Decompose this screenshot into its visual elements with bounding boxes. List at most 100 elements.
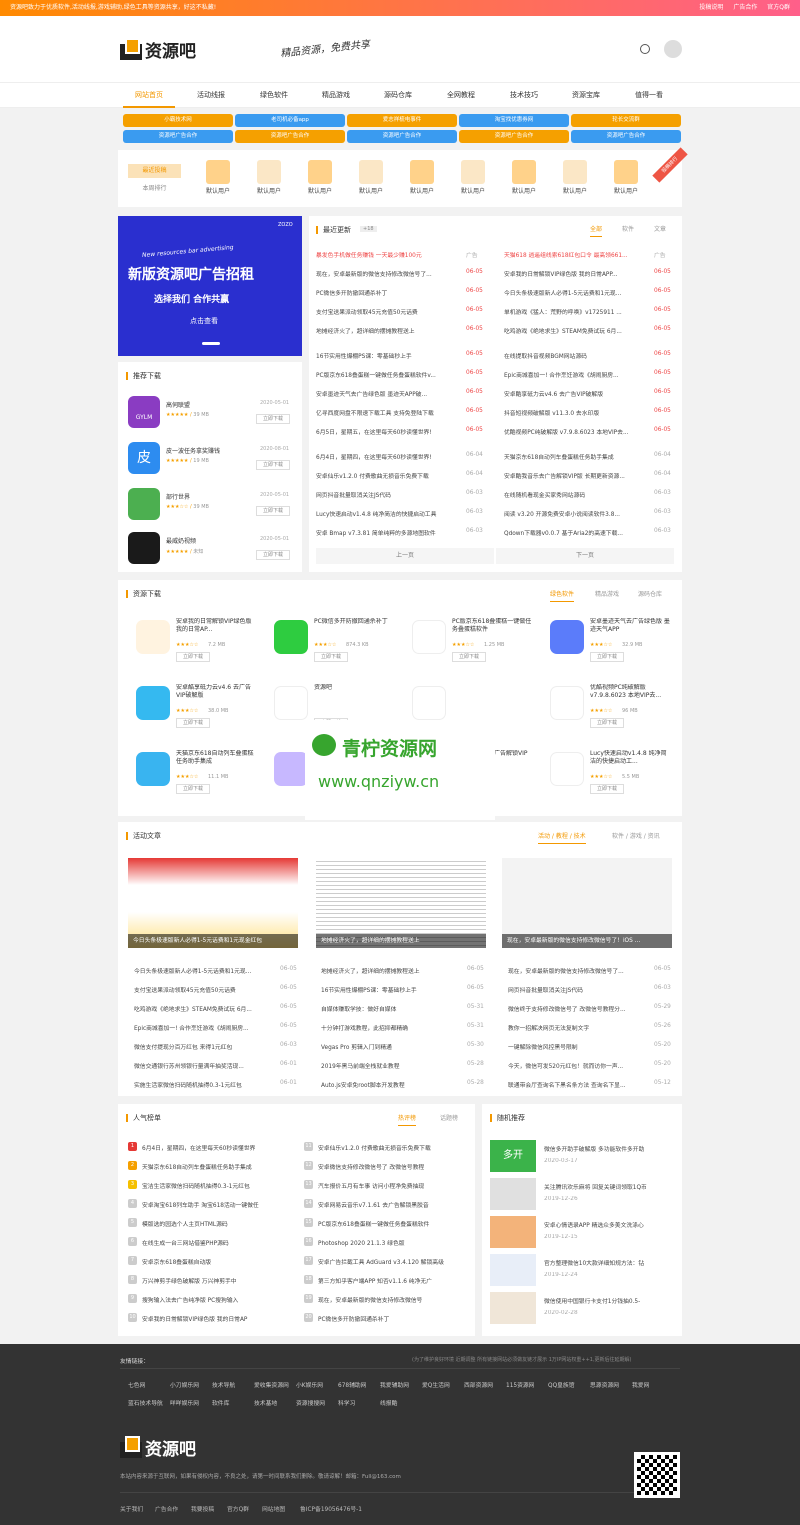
list-item[interactable]: 支付宝送果派动领取45元充值50元话费: [316, 307, 456, 316]
user-card[interactable]: 默认用户: [606, 160, 646, 195]
list-item[interactable]: 现在，安卓最新版的微信支持修改微信号: [318, 1295, 468, 1304]
list-item[interactable]: PC版京东618叠蛋糕一键做任务叠蛋糕软件: [318, 1219, 468, 1228]
thumbnail[interactable]: 多开: [490, 1140, 536, 1172]
banner-button[interactable]: 点击查看: [190, 316, 218, 326]
list-item[interactable]: 天猫618 逍遥组线索618红包口令 最高领661...: [504, 250, 644, 259]
list-item[interactable]: 联通带会厅查询名下黑名条方法 查询名下显...: [508, 1080, 638, 1089]
tab-green-software[interactable]: 绿色软件: [550, 589, 575, 602]
list-item[interactable]: Qdown下载器v0.0.7 基于Aria2的高速下载...: [504, 528, 644, 537]
tab-weekly-rank[interactable]: 本周排行: [128, 182, 181, 196]
footer-submit[interactable]: 我要投稿: [191, 1504, 214, 1513]
download-button[interactable]: 立即下载: [176, 718, 210, 728]
list-item[interactable]: 一键解除微信风控黑号限制: [508, 1042, 638, 1051]
list-item[interactable]: 在线随机看现金买家秀网站源码: [504, 490, 644, 499]
friend-link[interactable]: 小K娱乐网: [296, 1380, 323, 1389]
tab-software[interactable]: 软件: [622, 224, 634, 233]
list-item[interactable]: 地摊经济火了，超详细的摆摊教程送上: [321, 966, 451, 975]
user-card[interactable]: 默认用户: [555, 160, 595, 195]
list-item[interactable]: 微信终于支持修改微信号了 改微信号教程分...: [508, 1004, 638, 1013]
nav-item-activity[interactable]: 活动线报: [197, 83, 225, 108]
download-button[interactable]: 立即下载: [590, 652, 624, 662]
ad-banner[interactable]: ZOZO New resources bar advertising 新版资源吧…: [118, 216, 302, 356]
list-item[interactable]: 模版选的园选个人主页HTML源码: [142, 1219, 292, 1228]
list-item[interactable]: 搜狗输入法去广告纯净版 PC搜狗输入: [142, 1295, 292, 1304]
list-item[interactable]: 安卓淘宝618列车助手 淘宝618活动一键做任: [142, 1200, 292, 1209]
list-item[interactable]: 6月5日，星期五，在这里每天60秒读懂世界!: [316, 427, 456, 436]
top-link-ad[interactable]: 广告合作: [733, 4, 757, 11]
list-item[interactable]: Epic商城喜加一! 合作烹饪游戏《胡闹厨房...: [134, 1023, 264, 1032]
list-item[interactable]: 在线生成一台三网站借鉴PHP源码: [142, 1238, 292, 1247]
friend-link[interactable]: 蓝石技术导航: [128, 1398, 163, 1407]
list-item[interactable]: 第三方知乎客户端APP 知否v1.1.6 纯净无广: [318, 1276, 468, 1285]
list-item[interactable]: 关注腾讯欢乐麻将 回复关键词领取1Q币: [544, 1182, 674, 1191]
list-item[interactable]: 微信交通银行苏州领银行量满年抽奖活现...: [134, 1061, 264, 1070]
download-button[interactable]: 立即下载: [256, 460, 290, 470]
list-item[interactable]: 16节实用性爆棚PS课：零基础秒上手: [316, 351, 456, 360]
download-button[interactable]: 立即下载: [314, 652, 348, 662]
footer-icp[interactable]: 鲁ICP备19056476号-1: [300, 1504, 362, 1513]
thumbnail[interactable]: [490, 1178, 536, 1210]
tag-button[interactable]: 爱志祥梳电事件: [347, 114, 457, 127]
list-item[interactable]: Lucy快速启动v1.4.8 纯净简洁的快捷启动工具: [316, 509, 456, 518]
next-page-button[interactable]: 下一页: [496, 548, 674, 564]
recommend-item[interactable]: 最威奶视频 2020-05-01 ★★★★★ / 未知 立即下载: [126, 532, 296, 570]
download-button[interactable]: 立即下载: [176, 784, 210, 794]
list-item[interactable]: 网页抖音批量取消关注JS代码: [508, 985, 638, 994]
list-item[interactable]: 安卓仙乐v1.2.0 付费歌曲无损音乐免费下载: [316, 471, 456, 480]
list-item[interactable]: 亿寻西度网盘不限速下载工具 支持免登陆下载: [316, 408, 456, 417]
list-item[interactable]: 今日头条极速版新人必得1-5元话费和1元现...: [504, 288, 644, 297]
list-item[interactable]: 暴发色手机做任务赚钱 一天最少赚100元: [316, 250, 456, 259]
nav-item-home[interactable]: 网站首页: [123, 83, 175, 108]
list-item[interactable]: 安卓网易云音乐v7.1.61 去广告解锁黑胶音: [318, 1200, 468, 1209]
list-item[interactable]: 安卓酷享砥力云v4.6 去广告VIP破解版: [504, 389, 644, 398]
user-card[interactable]: 默认用户: [402, 160, 442, 195]
list-item[interactable]: 汽车报价五月有车事 访问小程净免费抽现: [318, 1181, 468, 1190]
tab-topics[interactable]: 话题榜: [440, 1113, 458, 1122]
friend-link[interactable]: 我爱网: [632, 1380, 649, 1389]
list-item[interactable]: 现在，安卓最新版的微信支持修改微信号了...: [508, 966, 638, 975]
list-item[interactable]: 6月4日，星期四，在这里每天60秒读懂世界!: [316, 452, 456, 461]
list-item[interactable]: 现在，安卓最新版的微信支持修改微信号了...: [316, 269, 456, 278]
user-card[interactable]: 默认用户: [300, 160, 340, 195]
tab-hot-comments[interactable]: 热评榜: [398, 1113, 417, 1126]
carousel-dots[interactable]: [202, 342, 220, 345]
tab-articles[interactable]: 文章: [654, 224, 666, 233]
tag-button[interactable]: 资源吧广告合作: [123, 130, 233, 143]
friend-link[interactable]: 我爱辅助网: [380, 1380, 409, 1389]
download-button[interactable]: 立即下载: [256, 414, 290, 424]
list-item[interactable]: 万兴神剪手绿色破解版 万兴神剪手中: [142, 1276, 292, 1285]
footer-sitemap[interactable]: 网站地图: [262, 1504, 285, 1513]
list-item[interactable]: 安卓我的日常解锁VIP绿色版 我的日常APP...: [504, 269, 644, 278]
list-item[interactable]: 安卓墨迹天气去广告绿色版 墨迹天APP破...: [316, 389, 456, 398]
list-item[interactable]: 在线提取抖音视频BGM网站源码: [504, 351, 644, 360]
friend-link[interactable]: 技术导航: [212, 1380, 235, 1389]
download-button[interactable]: 立即下载: [590, 784, 624, 794]
tab-source-code[interactable]: 源码仓库: [638, 589, 662, 598]
thumbnail[interactable]: [490, 1292, 536, 1324]
list-item[interactable]: 安卓心情语录APP 精选众多美文洗涤心: [544, 1220, 674, 1229]
list-item[interactable]: 吃鸡游戏《绝地求生》STEAM免费试玩 6月...: [504, 326, 644, 335]
nav-item-worth[interactable]: 值得一看: [635, 83, 663, 108]
list-item[interactable]: 宝洁生活家微信扫码随机抽得0.3-1元红包: [142, 1181, 292, 1190]
list-item[interactable]: 十分钟打游戏教程，此招抑都精确: [321, 1023, 451, 1032]
list-item[interactable]: 安卓京东618叠蛋糕自动版: [142, 1257, 292, 1266]
recommend-item[interactable]: 皮 皮一波任务拿奖赚钱 2020-08-01 ★★★★★ / 19 MB 立即下…: [126, 442, 296, 480]
list-item[interactable]: 安卓我的日常解锁VIP绿色版 我的日常AP: [142, 1314, 292, 1323]
list-item[interactable]: PC微信多开防撤回通杀补丁: [316, 288, 456, 297]
tag-button[interactable]: 资源吧广告合作: [459, 130, 569, 143]
nav-item-software[interactable]: 绿色软件: [260, 83, 288, 108]
friend-link[interactable]: 资源搜搜网: [296, 1398, 325, 1407]
prev-page-button[interactable]: 上一页: [316, 548, 494, 564]
list-item[interactable]: 抖音短视频破解版 v11.3.0 去水印版: [504, 408, 644, 417]
list-item[interactable]: Epic商城喜加一! 合作烹饪游戏《胡闹厨房...: [504, 370, 644, 379]
site-logo[interactable]: 资源吧: [120, 38, 196, 62]
friend-link[interactable]: 思源资源网: [590, 1380, 619, 1389]
list-item[interactable]: 官方整理微信10大款详细知规方法：钻: [544, 1258, 674, 1267]
user-card[interactable]: 默认用户: [453, 160, 493, 195]
article-thumbnail[interactable]: 地摊经济火了，超详细的摆摊教程送上: [316, 858, 486, 948]
list-item[interactable]: 自媒体赚取学技：做好自媒体: [321, 1004, 451, 1013]
list-item[interactable]: 吃鸡游戏《绝地求生》STEAM免费试玩 6月...: [134, 1004, 264, 1013]
list-item[interactable]: 安卓仙乐v1.2.0 付费歌曲无损音乐免费下载: [318, 1143, 468, 1152]
article-thumbnail[interactable]: 今日头条极速版新人必得1-5元话费和1元现金红包: [128, 858, 298, 948]
friend-link[interactable]: 115资源网: [506, 1380, 534, 1389]
